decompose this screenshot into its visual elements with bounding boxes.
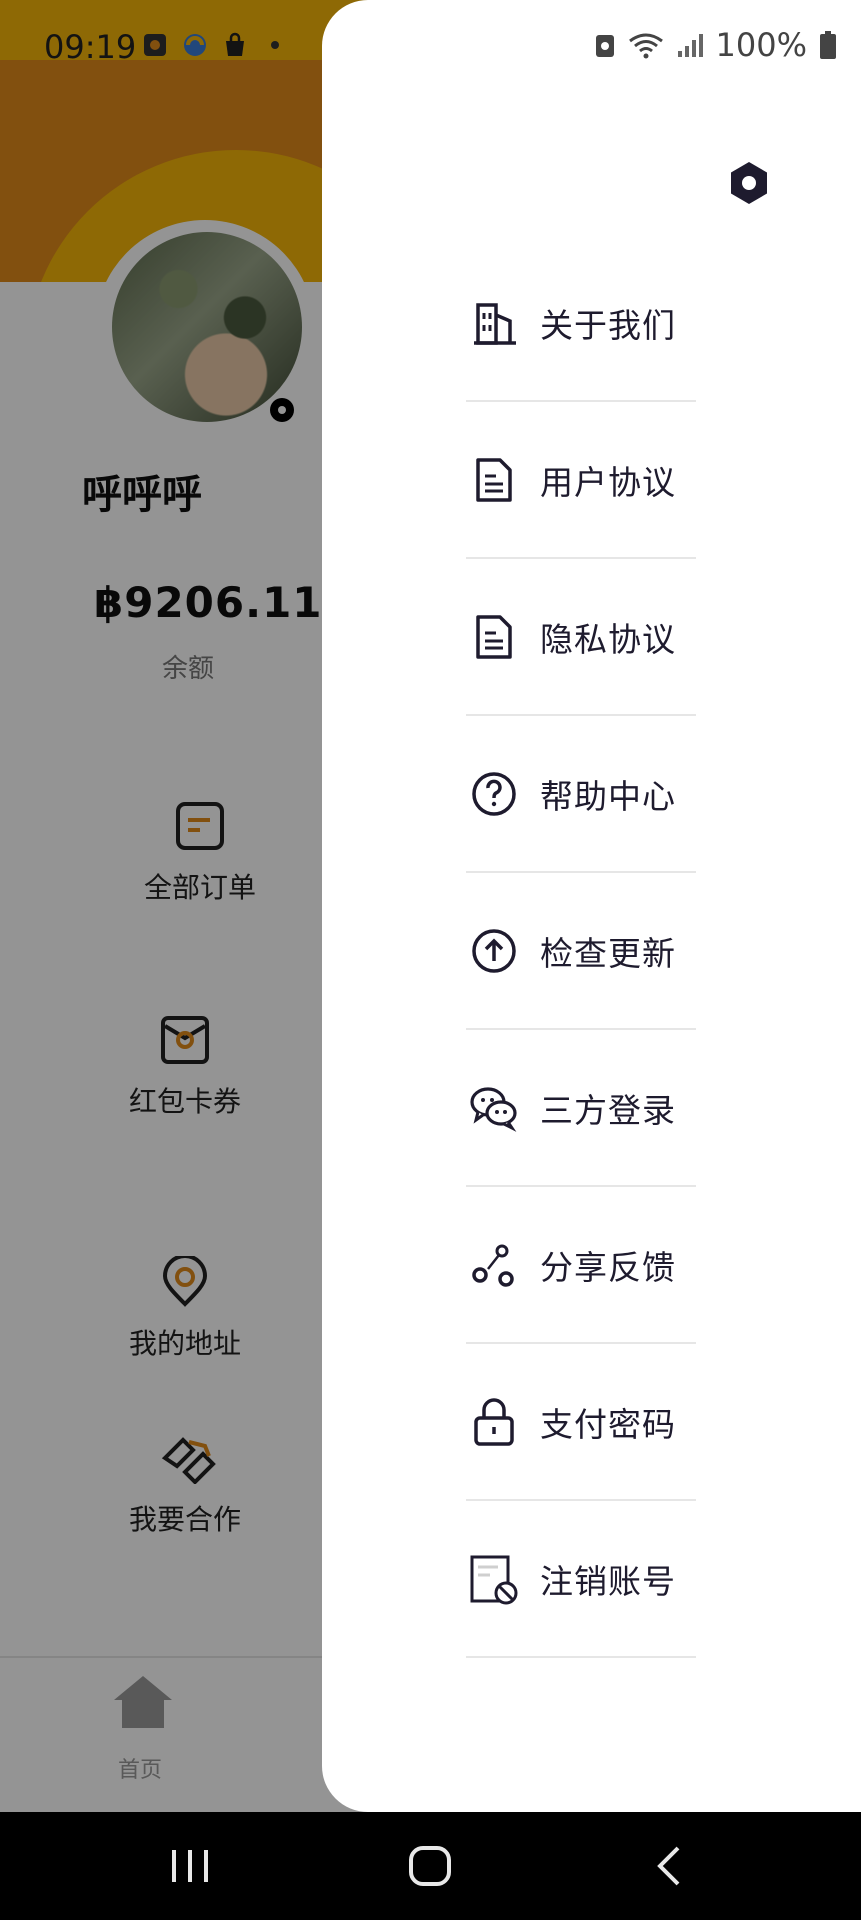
lock-icon <box>474 1397 514 1446</box>
settings-gear-icon[interactable] <box>726 160 772 206</box>
battery-icon <box>820 31 836 59</box>
building-icon <box>474 302 516 345</box>
drawer-item-label: 注销账号 <box>540 1561 676 1601</box>
wechat-icon <box>470 1086 517 1132</box>
home-button-icon[interactable] <box>400 1836 460 1896</box>
drawer-item-check-update[interactable]: 检查更新 <box>466 873 696 1030</box>
side-drawer: 100% 关于我们 用户协议 隐私协议 帮助中心 检查更新 三方登录 分享反馈 … <box>322 0 861 1812</box>
drawer-item-payment-password[interactable]: 支付密码 <box>466 1344 696 1501</box>
battery-saver-icon <box>595 35 614 57</box>
upload-circle-icon <box>472 928 516 973</box>
drawer-item-third-party-login[interactable]: 三方登录 <box>466 1030 696 1187</box>
drawer-item-user-agreement[interactable]: 用户协议 <box>466 402 696 559</box>
document-icon <box>476 457 512 502</box>
drawer-item-label: 帮助中心 <box>540 776 676 816</box>
drawer-item-label: 检查更新 <box>540 933 676 973</box>
drawer-item-label: 用户协议 <box>540 462 676 502</box>
back-icon[interactable] <box>640 1836 700 1896</box>
document-icon <box>476 614 512 659</box>
drawer-item-label: 三方登录 <box>540 1090 676 1130</box>
share-icon <box>472 1244 514 1287</box>
drawer-item-privacy-policy[interactable]: 隐私协议 <box>466 559 696 716</box>
drawer-item-label: 隐私协议 <box>540 619 676 659</box>
drawer-item-share-feedback[interactable]: 分享反馈 <box>466 1187 696 1344</box>
drawer-item-delete-account[interactable]: 注销账号 <box>466 1501 696 1658</box>
battery-percent: 100% <box>715 26 807 64</box>
drawer-item-label: 关于我们 <box>540 305 676 345</box>
system-navigation-bar <box>0 1812 861 1920</box>
wifi-icon <box>628 33 663 59</box>
signal-strength-icon <box>677 34 703 57</box>
drawer-item-help-center[interactable]: 帮助中心 <box>466 716 696 873</box>
drawer-item-label: 支付密码 <box>540 1404 676 1444</box>
recent-apps-icon[interactable] <box>160 1836 220 1896</box>
status-system-icons: 100% <box>594 26 837 64</box>
drawer-item-label: 分享反馈 <box>540 1247 676 1287</box>
deactivate-account-icon <box>470 1555 518 1604</box>
screen: 呼呼呼 ฿9206.11 余额 全部订单 红包卡券 我的地址 我要合作 首页 0… <box>0 0 861 1812</box>
question-circle-icon <box>472 771 516 816</box>
drawer-menu-list: 关于我们 用户协议 隐私协议 帮助中心 检查更新 三方登录 分享反馈 支付密码 … <box>466 245 696 1658</box>
drawer-item-about-us[interactable]: 关于我们 <box>466 245 696 402</box>
